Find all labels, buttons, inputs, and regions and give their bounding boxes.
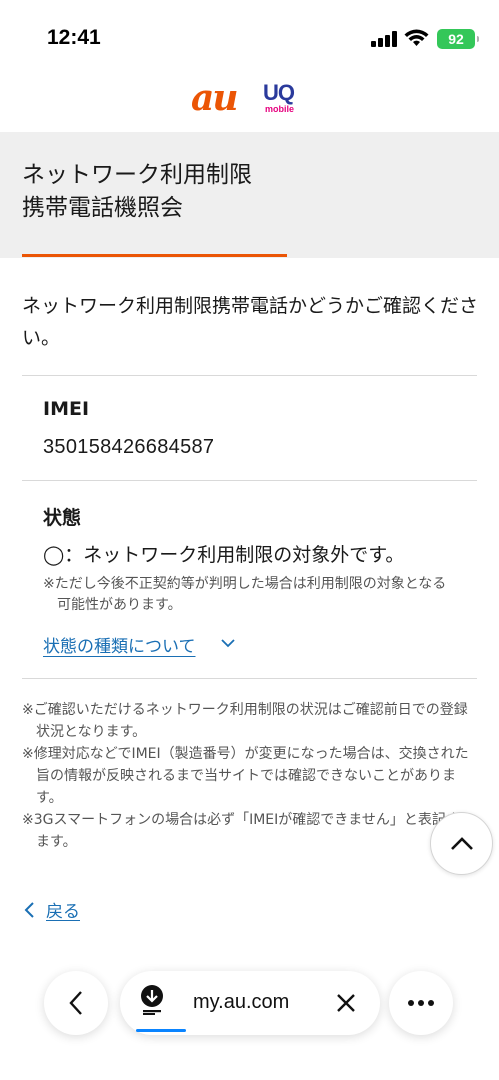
chevron-left-icon bbox=[24, 901, 34, 918]
status-value: ◯：ネットワーク利用制限の対象外です。 bbox=[43, 544, 405, 566]
cellular-signal-icon bbox=[371, 31, 398, 47]
uq-logo-sub: mobile bbox=[265, 104, 295, 114]
back-link-label: 戻る bbox=[46, 902, 80, 922]
divider bbox=[22, 375, 477, 376]
title-band: ネットワーク利用制限 携帯電話機照会 bbox=[0, 132, 499, 258]
status-label: 状態 bbox=[43, 507, 82, 529]
browser-back-button[interactable] bbox=[44, 971, 108, 1035]
chevron-down-icon[interactable] bbox=[220, 635, 236, 651]
scroll-to-top-button[interactable] bbox=[430, 812, 493, 875]
note-item: ※3Gスマートフォンの場合は必ず「IMEIが確認できません」と表記されます。 bbox=[22, 812, 474, 850]
note-item: ※ご確認いただけるネットワーク利用制限の状況はご確認前日での登録状況となります。 bbox=[22, 702, 468, 740]
status-bar: 12:41 92 bbox=[0, 0, 499, 78]
back-icon bbox=[69, 991, 82, 1015]
status-types-link[interactable]: 状態の種類について bbox=[43, 632, 196, 657]
status-time: 12:41 bbox=[47, 26, 101, 49]
brand-header: au UQ mobile bbox=[0, 78, 499, 132]
page-load-progress bbox=[136, 1029, 186, 1032]
notes-list: ※ご確認いただけるネットワーク利用制限の状況はご確認前日での登録状況となります。… bbox=[22, 699, 477, 853]
note-item: ※修理対応などでIMEI（製造番号）が変更になった場合は、交換された旨の情報が反… bbox=[22, 746, 469, 806]
address-bar[interactable]: my.au.com bbox=[120, 971, 380, 1035]
more-icon bbox=[408, 1000, 434, 1006]
intro-text: ネットワーク利用制限携帯電話かどうかご確認ください。 bbox=[22, 295, 479, 349]
divider bbox=[22, 480, 477, 481]
browser-more-button[interactable] bbox=[389, 971, 453, 1035]
back-link[interactable]: 戻る bbox=[22, 897, 80, 922]
page-title: ネットワーク利用制限 携帯電話機照会 bbox=[22, 162, 252, 221]
battery-indicator: 92 bbox=[437, 29, 479, 49]
uq-mobile-logo[interactable]: UQ mobile bbox=[263, 80, 303, 115]
url-text[interactable]: my.au.com bbox=[193, 991, 289, 1014]
status-note: ※ただし今後不正契約等が判明した場合は利用制限の対象となる可能性があります。 bbox=[43, 576, 447, 613]
close-icon[interactable] bbox=[334, 991, 358, 1015]
download-icon[interactable] bbox=[138, 985, 166, 1015]
chevron-up-icon bbox=[450, 836, 473, 850]
uq-logo-mark: UQ bbox=[263, 80, 295, 105]
battery-level: 92 bbox=[448, 31, 464, 47]
imei-value: 350158426684587 bbox=[43, 436, 215, 458]
title-underline bbox=[22, 254, 287, 257]
imei-label: IMEI bbox=[43, 398, 90, 420]
wifi-icon bbox=[404, 29, 429, 46]
au-logo[interactable]: au bbox=[191, 78, 238, 118]
divider bbox=[22, 678, 477, 679]
